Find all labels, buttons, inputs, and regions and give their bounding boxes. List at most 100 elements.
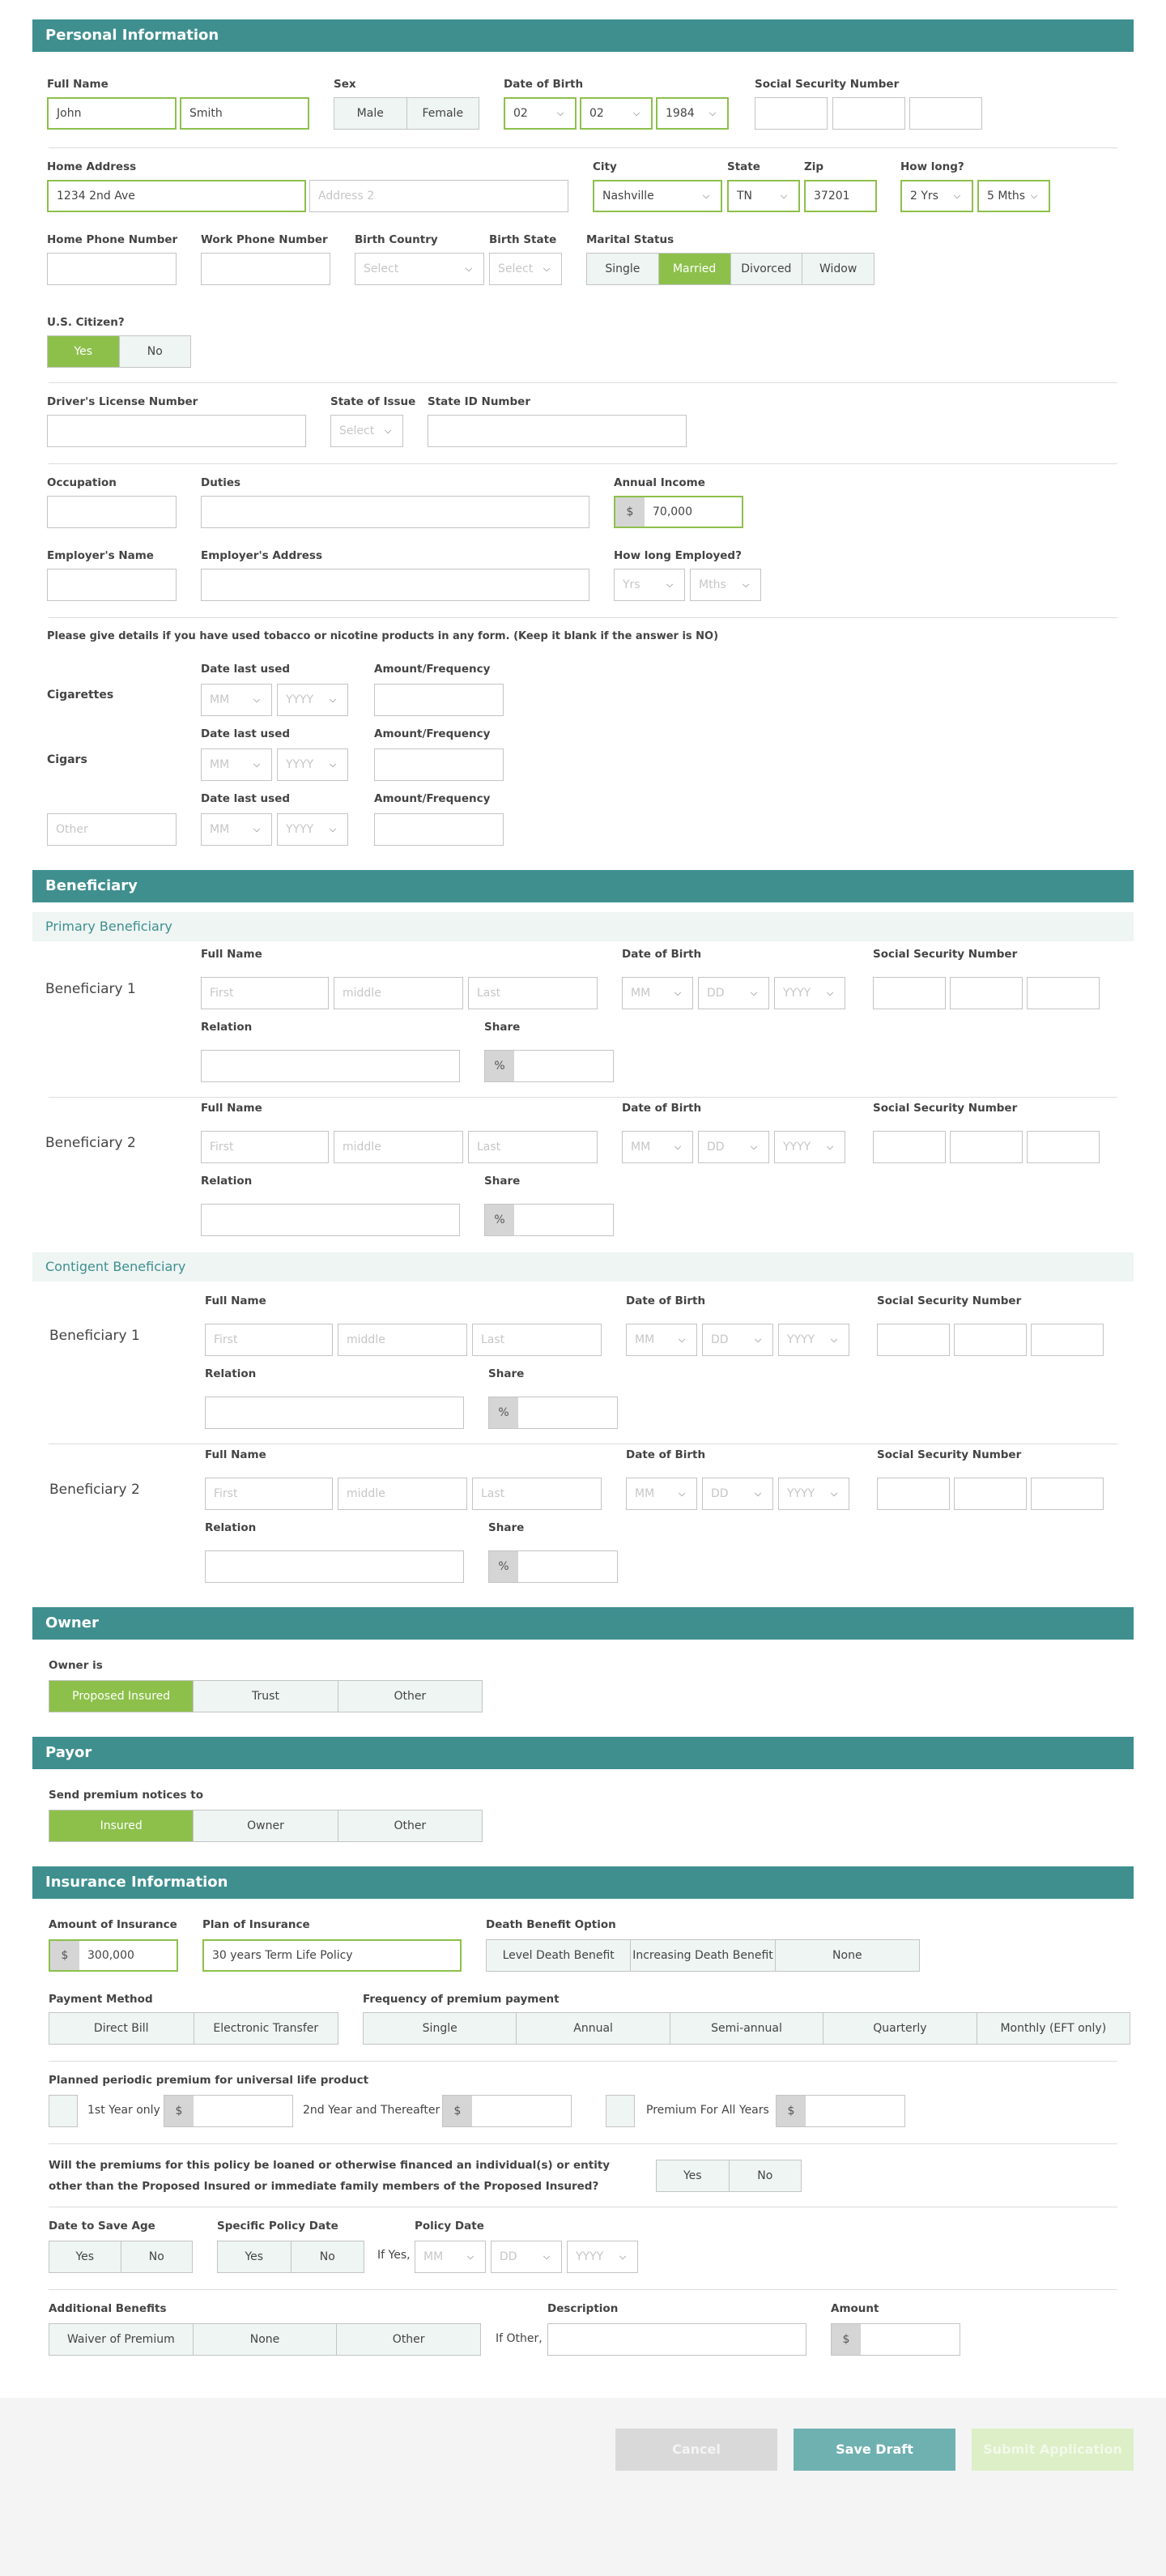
duties-input[interactable] — [201, 496, 589, 528]
cigars-amount-input[interactable] — [374, 748, 504, 781]
plan-of-insurance-input[interactable]: 30 years Term Life Policy — [202, 1939, 462, 1972]
frequency-monthly-option[interactable]: Monthly (EFT only) — [977, 2013, 1130, 2044]
other-amount-input[interactable] — [374, 813, 504, 846]
dob-year-select[interactable]: 1984 ⌵ — [656, 97, 729, 130]
second-year-amount-field[interactable]: $ — [442, 2095, 572, 2127]
employer-name-input[interactable] — [47, 569, 177, 601]
contingent-beneficiary-2-last-name-input[interactable]: Last — [472, 1478, 602, 1510]
license-input[interactable] — [47, 415, 306, 447]
citizen-yes-option[interactable]: Yes — [48, 336, 120, 367]
payment-electronic-transfer-option[interactable]: Electronic Transfer — [194, 2013, 338, 2044]
marital-married-option[interactable]: Married — [658, 254, 731, 284]
primary-beneficiary-1-last-name-input[interactable]: Last — [468, 977, 598, 1009]
primary-beneficiary-2-share-field[interactable]: % — [484, 1204, 614, 1236]
contingent-beneficiary-2-dob-day-select[interactable]: DD ⌵ — [702, 1478, 773, 1510]
contingent-beneficiary-2-dob-month-select[interactable]: MM ⌵ — [626, 1478, 697, 1510]
additional-none-option[interactable]: None — [193, 2324, 338, 2355]
cigarettes-month-select[interactable]: MM ⌵ — [201, 684, 272, 716]
frequency-quarterly-option[interactable]: Quarterly — [823, 2013, 977, 2044]
save-age-no-option[interactable]: No — [121, 2241, 192, 2272]
contingent-beneficiary-1-dob-day-select[interactable]: DD ⌵ — [702, 1324, 773, 1356]
all-years-checkbox[interactable] — [606, 2095, 635, 2127]
ssn-part2-input[interactable] — [832, 97, 905, 130]
save-age-yes-option[interactable]: Yes — [49, 2241, 121, 2272]
birth-country-select[interactable]: Select ⌵ — [355, 253, 484, 285]
work-phone-input[interactable] — [201, 253, 330, 285]
payor-owner-option[interactable]: Owner — [194, 1810, 338, 1841]
primary-beneficiary-2-first-name-input[interactable]: First — [201, 1131, 329, 1163]
address2-input[interactable]: Address 2 — [309, 180, 568, 212]
other-year-select[interactable]: YYYY ⌵ — [277, 813, 348, 846]
primary-beneficiary-2-relation-input[interactable] — [201, 1204, 460, 1236]
contingent-beneficiary-1-dob-month-select[interactable]: MM ⌵ — [626, 1324, 697, 1356]
zip-input[interactable]: 37201 — [804, 180, 877, 212]
contingent-beneficiary-2-dob-year-select[interactable]: YYYY ⌵ — [778, 1478, 849, 1510]
payor-other-option[interactable]: Other — [338, 1810, 482, 1841]
primary-beneficiary-2-dob-day-select[interactable]: DD ⌵ — [698, 1131, 769, 1163]
primary-beneficiary-2-dob-year-select[interactable]: YYYY ⌵ — [774, 1131, 845, 1163]
contingent-beneficiary-2-share-field[interactable]: % — [488, 1550, 618, 1583]
death-benefit-increasing-option[interactable]: Increasing Death Benefit — [631, 1940, 776, 1971]
frequency-annual-option[interactable]: Annual — [517, 2013, 670, 2044]
primary-beneficiary-1-share-field[interactable]: % — [484, 1050, 614, 1082]
primary-beneficiary-2-ssn-part3-input[interactable] — [1027, 1131, 1100, 1163]
primary-beneficiary-2-ssn-part1-input[interactable] — [873, 1131, 946, 1163]
primary-beneficiary-1-first-name-input[interactable]: First — [201, 977, 329, 1009]
policy-year-select[interactable]: YYYY ⌵ — [567, 2241, 638, 2273]
owner-proposed-insured-option[interactable]: Proposed Insured — [49, 1681, 194, 1712]
state-of-issue-select[interactable]: Select ⌵ — [330, 415, 403, 447]
city-select[interactable]: Nashville ⌵ — [593, 180, 722, 212]
primary-beneficiary-1-relation-input[interactable] — [201, 1050, 460, 1082]
sex-male-option[interactable]: Male — [334, 98, 407, 129]
occupation-input[interactable] — [47, 496, 177, 528]
submit-application-button[interactable]: Submit Application — [972, 2429, 1134, 2471]
marital-divorced-option[interactable]: Divorced — [730, 254, 803, 284]
payment-direct-bill-option[interactable]: Direct Bill — [49, 2013, 194, 2044]
cigarettes-year-select[interactable]: YYYY ⌵ — [277, 684, 348, 716]
owner-trust-option[interactable]: Trust — [194, 1681, 338, 1712]
frequency-single-option[interactable]: Single — [364, 2013, 517, 2044]
primary-beneficiary-2-middle-name-input[interactable]: middle — [334, 1131, 463, 1163]
contingent-beneficiary-1-share-field[interactable]: % — [488, 1397, 618, 1429]
how-long-years-select[interactable]: 2 Yrs ⌵ — [900, 180, 973, 212]
owner-other-option[interactable]: Other — [338, 1681, 482, 1712]
primary-beneficiary-1-ssn-part3-input[interactable] — [1027, 977, 1100, 1009]
state-select[interactable]: TN ⌵ — [727, 180, 800, 212]
primary-beneficiary-1-middle-name-input[interactable]: middle — [334, 977, 463, 1009]
employed-years-select[interactable]: Yrs ⌵ — [614, 569, 685, 601]
contingent-beneficiary-2-ssn-part3-input[interactable] — [1031, 1478, 1104, 1510]
loan-yes-option[interactable]: Yes — [657, 2160, 730, 2191]
primary-beneficiary-1-dob-month-select[interactable]: MM ⌵ — [622, 977, 693, 1009]
description-input[interactable] — [547, 2323, 806, 2356]
dob-day-select[interactable]: 02 ⌵ — [580, 97, 653, 130]
additional-other-option[interactable]: Other — [337, 2324, 481, 2355]
last-name-input[interactable]: Smith — [180, 97, 309, 130]
contingent-beneficiary-2-ssn-part1-input[interactable] — [877, 1478, 950, 1510]
contingent-beneficiary-2-first-name-input[interactable]: First — [205, 1478, 333, 1510]
employed-months-select[interactable]: Mths ⌵ — [690, 569, 761, 601]
cancel-button[interactable]: Cancel — [615, 2429, 777, 2471]
contingent-beneficiary-1-first-name-input[interactable]: First — [205, 1324, 333, 1356]
payor-insured-option[interactable]: Insured — [49, 1810, 194, 1841]
first-year-amount-field[interactable]: $ — [164, 2095, 293, 2127]
marital-widow-option[interactable]: Widow — [802, 254, 874, 284]
primary-beneficiary-2-dob-month-select[interactable]: MM ⌵ — [622, 1131, 693, 1163]
contingent-beneficiary-1-dob-year-select[interactable]: YYYY ⌵ — [778, 1324, 849, 1356]
contingent-beneficiary-1-ssn-part2-input[interactable] — [954, 1324, 1027, 1356]
first-year-checkbox[interactable] — [49, 2095, 78, 2127]
death-benefit-none-option[interactable]: None — [775, 1940, 919, 1971]
birth-state-select[interactable]: Select ⌵ — [489, 253, 562, 285]
specific-date-no-option[interactable]: No — [291, 2241, 364, 2272]
cigars-year-select[interactable]: YYYY ⌵ — [277, 748, 348, 781]
primary-beneficiary-2-last-name-input[interactable]: Last — [468, 1131, 598, 1163]
sex-female-option[interactable]: Female — [406, 98, 479, 129]
contingent-beneficiary-2-ssn-part2-input[interactable] — [954, 1478, 1027, 1510]
death-benefit-level-option[interactable]: Level Death Benefit — [487, 1940, 632, 1971]
primary-beneficiary-2-ssn-part2-input[interactable] — [950, 1131, 1023, 1163]
cigars-month-select[interactable]: MM ⌵ — [201, 748, 272, 781]
annual-income-field[interactable]: $ 70,000 — [614, 496, 743, 528]
contingent-beneficiary-2-relation-input[interactable] — [205, 1550, 464, 1583]
ssn-part1-input[interactable] — [755, 97, 828, 130]
policy-month-select[interactable]: MM ⌵ — [415, 2241, 486, 2273]
contingent-beneficiary-1-ssn-part3-input[interactable] — [1031, 1324, 1104, 1356]
